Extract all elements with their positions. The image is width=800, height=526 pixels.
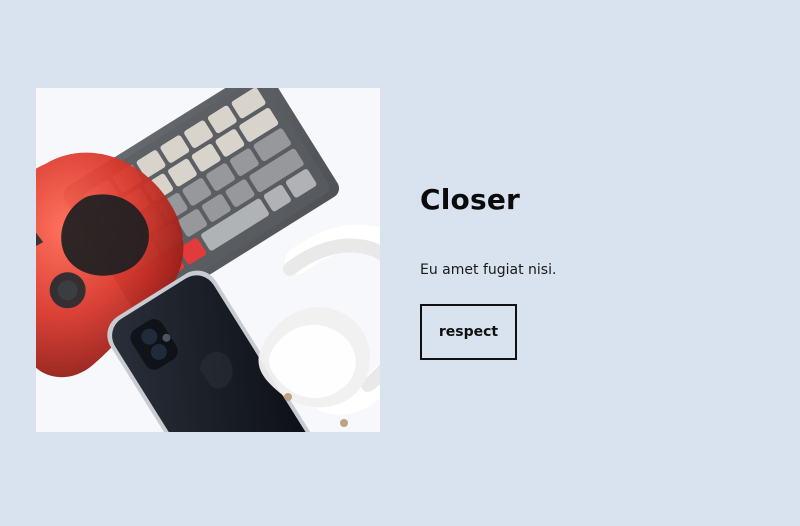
- feature-card: Closer Eu amet fugiat nisi. respect: [420, 182, 750, 360]
- product-photo: [36, 88, 380, 432]
- card-description: Eu amet fugiat nisi.: [420, 262, 557, 278]
- card-title: Closer: [420, 183, 521, 216]
- respect-button[interactable]: respect: [420, 304, 517, 360]
